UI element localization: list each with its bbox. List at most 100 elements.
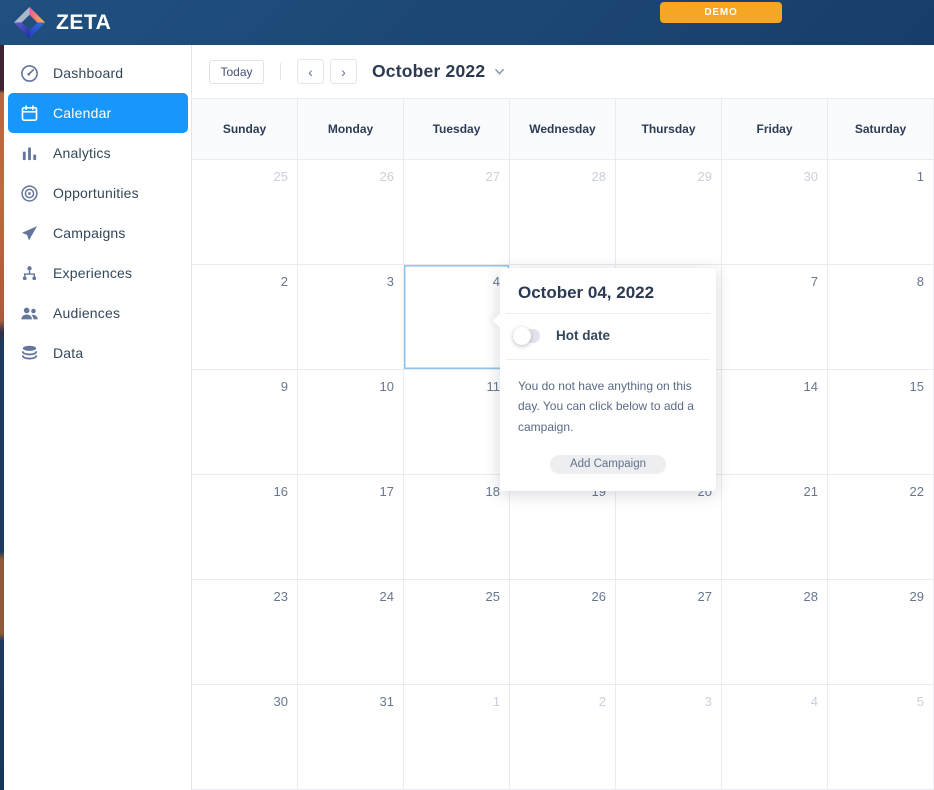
people-icon — [20, 304, 39, 323]
day-number: 30 — [274, 694, 288, 709]
popover-title: October 04, 2022 — [500, 268, 716, 313]
day-cell-9[interactable]: 9 — [192, 370, 298, 475]
day-cell-10[interactable]: 10 — [298, 370, 404, 475]
day-cell-3[interactable]: 3 — [298, 265, 404, 370]
day-number: 5 — [917, 694, 924, 709]
hot-date-toggle[interactable] — [515, 329, 540, 343]
day-number: 3 — [705, 694, 712, 709]
day-cell-27[interactable]: 27 — [616, 580, 722, 685]
sidebar-item-label: Opportunities — [53, 185, 139, 201]
day-cell-11[interactable]: 11 — [404, 370, 510, 475]
sidebar-nav: Dashboard Calendar Analytics Opportunities C… — [4, 53, 191, 373]
day-cell-14[interactable]: 14 — [722, 370, 828, 475]
day-cell-29[interactable]: 29 — [828, 580, 934, 685]
gauge-icon — [20, 64, 39, 83]
day-number: 25 — [486, 589, 500, 604]
toolbar-divider — [280, 63, 281, 80]
day-cell-26-out[interactable]: 26 — [298, 160, 404, 265]
day-cell-26[interactable]: 26 — [510, 580, 616, 685]
sidebar-item-audiences[interactable]: Audiences — [8, 293, 188, 333]
day-cell-16[interactable]: 16 — [192, 475, 298, 580]
sidebar-item-opportunities[interactable]: Opportunities — [8, 173, 188, 213]
sidebar-item-label: Calendar — [53, 105, 111, 121]
popover-body-text: You do not have anything on this day. Yo… — [500, 360, 716, 441]
sidebar-item-calendar[interactable]: Calendar — [8, 93, 188, 133]
day-number: 17 — [380, 484, 394, 499]
day-cell-8[interactable]: 8 — [828, 265, 934, 370]
day-number: 29 — [910, 589, 924, 604]
day-number: 3 — [387, 274, 394, 289]
day-cell-28[interactable]: 28 — [722, 580, 828, 685]
day-cell-30-out[interactable]: 30 — [722, 160, 828, 265]
weekday-header-sunday: Sunday — [192, 99, 298, 159]
sidebar-item-dashboard[interactable]: Dashboard — [8, 53, 188, 93]
next-month-button[interactable]: › — [330, 59, 357, 84]
day-cell-23[interactable]: 23 — [192, 580, 298, 685]
day-cell-29-out[interactable]: 29 — [616, 160, 722, 265]
weekday-header-friday: Friday — [722, 99, 828, 159]
add-campaign-button[interactable]: Add Campaign — [550, 455, 666, 474]
sidebar-item-label: Experiences — [53, 265, 132, 281]
sidebar-item-campaigns[interactable]: Campaigns — [8, 213, 188, 253]
day-number: 26 — [592, 589, 606, 604]
weekday-header-monday: Monday — [298, 99, 404, 159]
chevron-down-icon[interactable] — [494, 66, 505, 77]
day-number: 18 — [486, 484, 500, 499]
day-popover: October 04, 2022 Hot date You do not hav… — [500, 268, 716, 491]
sidebar-item-label: Audiences — [53, 305, 120, 321]
day-number: 10 — [380, 379, 394, 394]
day-number: 25 — [274, 169, 288, 184]
day-number: 14 — [804, 379, 818, 394]
day-number: 1 — [493, 694, 500, 709]
day-cell-25[interactable]: 25 — [404, 580, 510, 685]
day-cell-27-out[interactable]: 27 — [404, 160, 510, 265]
day-cell-21[interactable]: 21 — [722, 475, 828, 580]
day-cell-24[interactable]: 24 — [298, 580, 404, 685]
day-cell-30[interactable]: 30 — [192, 685, 298, 790]
day-cell-4-out[interactable]: 4 — [722, 685, 828, 790]
day-number: 28 — [592, 169, 606, 184]
weekday-header-tuesday: Tuesday — [404, 99, 510, 159]
day-number: 28 — [804, 589, 818, 604]
day-cell-7[interactable]: 7 — [722, 265, 828, 370]
day-cell-2[interactable]: 2 — [192, 265, 298, 370]
day-cell-31[interactable]: 31 — [298, 685, 404, 790]
day-cell-18[interactable]: 18 — [404, 475, 510, 580]
sidebar-item-analytics[interactable]: Analytics — [8, 133, 188, 173]
weekday-header-thursday: Thursday — [616, 99, 722, 159]
sidebar-item-experiences[interactable]: Experiences — [8, 253, 188, 293]
prev-month-button[interactable]: ‹ — [297, 59, 324, 84]
paper-plane-icon — [20, 224, 39, 243]
day-number: 24 — [380, 589, 394, 604]
sidebar-item-data[interactable]: Data — [8, 333, 188, 373]
day-cell-1[interactable]: 1 — [828, 160, 934, 265]
brand[interactable]: ZETA — [0, 6, 111, 39]
day-number: 2 — [599, 694, 606, 709]
day-number: 11 — [487, 379, 501, 394]
day-number: 1 — [917, 169, 924, 184]
demo-badge: DEMO — [660, 2, 782, 23]
day-number: 2 — [281, 274, 288, 289]
sidebar-item-label: Campaigns — [53, 225, 126, 241]
day-number: 21 — [804, 484, 818, 499]
day-cell-3-out[interactable]: 3 — [616, 685, 722, 790]
day-cell-22[interactable]: 22 — [828, 475, 934, 580]
hot-date-row: Hot date — [500, 314, 716, 359]
flow-icon — [20, 264, 39, 283]
day-number: 26 — [380, 169, 394, 184]
day-number: 31 — [380, 694, 394, 709]
day-cell-5-out[interactable]: 5 — [828, 685, 934, 790]
day-cell-17[interactable]: 17 — [298, 475, 404, 580]
toggle-knob — [513, 327, 531, 345]
day-number: 15 — [910, 379, 924, 394]
day-cell-1-out[interactable]: 1 — [404, 685, 510, 790]
today-button[interactable]: Today — [209, 60, 264, 84]
day-cell-28-out[interactable]: 28 — [510, 160, 616, 265]
day-cell-25-out[interactable]: 25 — [192, 160, 298, 265]
sidebar-item-label: Dashboard — [53, 65, 123, 81]
day-number: 29 — [698, 169, 712, 184]
day-cell-15[interactable]: 15 — [828, 370, 934, 475]
weekday-header-saturday: Saturday — [828, 99, 934, 159]
day-number: 30 — [804, 169, 818, 184]
day-cell-2-out[interactable]: 2 — [510, 685, 616, 790]
